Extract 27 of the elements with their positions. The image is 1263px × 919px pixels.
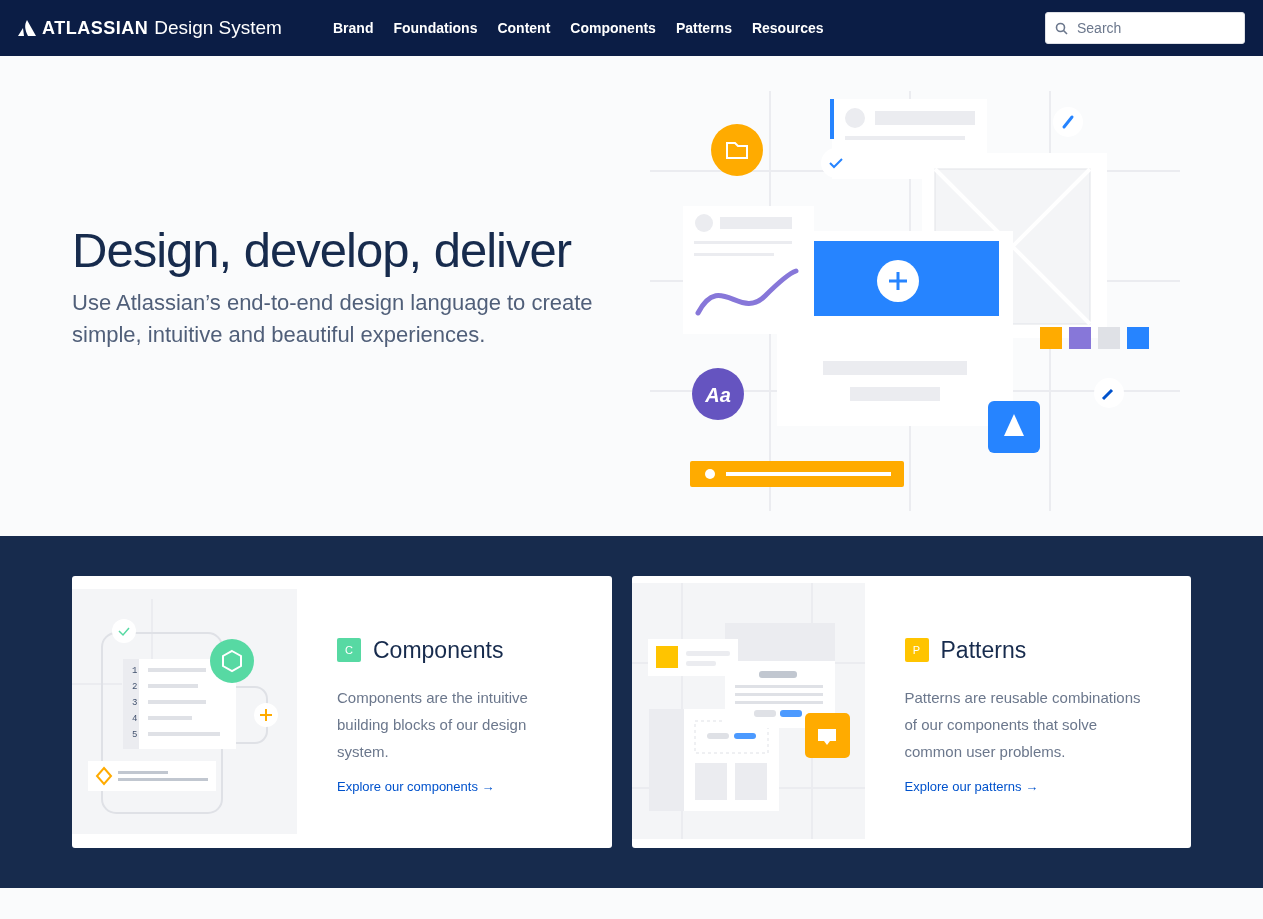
search-field[interactable]: Search — [1045, 12, 1245, 44]
line-number: 5 — [132, 730, 138, 740]
line-number: 4 — [132, 714, 138, 724]
nav-link[interactable]: Content — [497, 17, 551, 39]
hero-title: Design, develop, deliver — [72, 221, 573, 279]
explore-link[interactable]: Explore our components → — [337, 776, 495, 796]
nav-link[interactable]: Patterns — [675, 17, 732, 39]
card-description: Components are the intuitive building blocks of our design system. — [337, 687, 529, 762]
card-title: Patterns — [940, 636, 1027, 665]
card-description: Patterns are reusable combinations of our components that solve common user problems. — [904, 687, 1142, 762]
letter-badge: P — [904, 638, 929, 663]
logo-wordmark: ATLASSIAN — [42, 16, 149, 40]
card-title: Components — [373, 636, 504, 665]
line-number: 2 — [132, 682, 138, 692]
nav-link[interactable]: Foundations — [393, 17, 478, 39]
logo-icon — [18, 20, 36, 36]
logo-subtitle: Design System — [154, 15, 282, 40]
nav-link[interactable]: Brand — [333, 17, 374, 39]
explore-link[interactable]: Explore our patterns → — [904, 776, 1039, 796]
hero-subtitle: Use Atlassian’s end-to-end design language to create simple, intuitive and beautiful experiences. — [72, 289, 594, 350]
line-number: 3 — [132, 698, 138, 708]
line-number: 1 — [132, 666, 138, 676]
nav-link[interactable]: Resources — [751, 17, 824, 39]
typography-label: Aa — [705, 384, 731, 406]
letter-badge: C — [337, 638, 361, 663]
search-icon — [1055, 22, 1068, 35]
nav-link[interactable]: Components — [570, 17, 656, 39]
